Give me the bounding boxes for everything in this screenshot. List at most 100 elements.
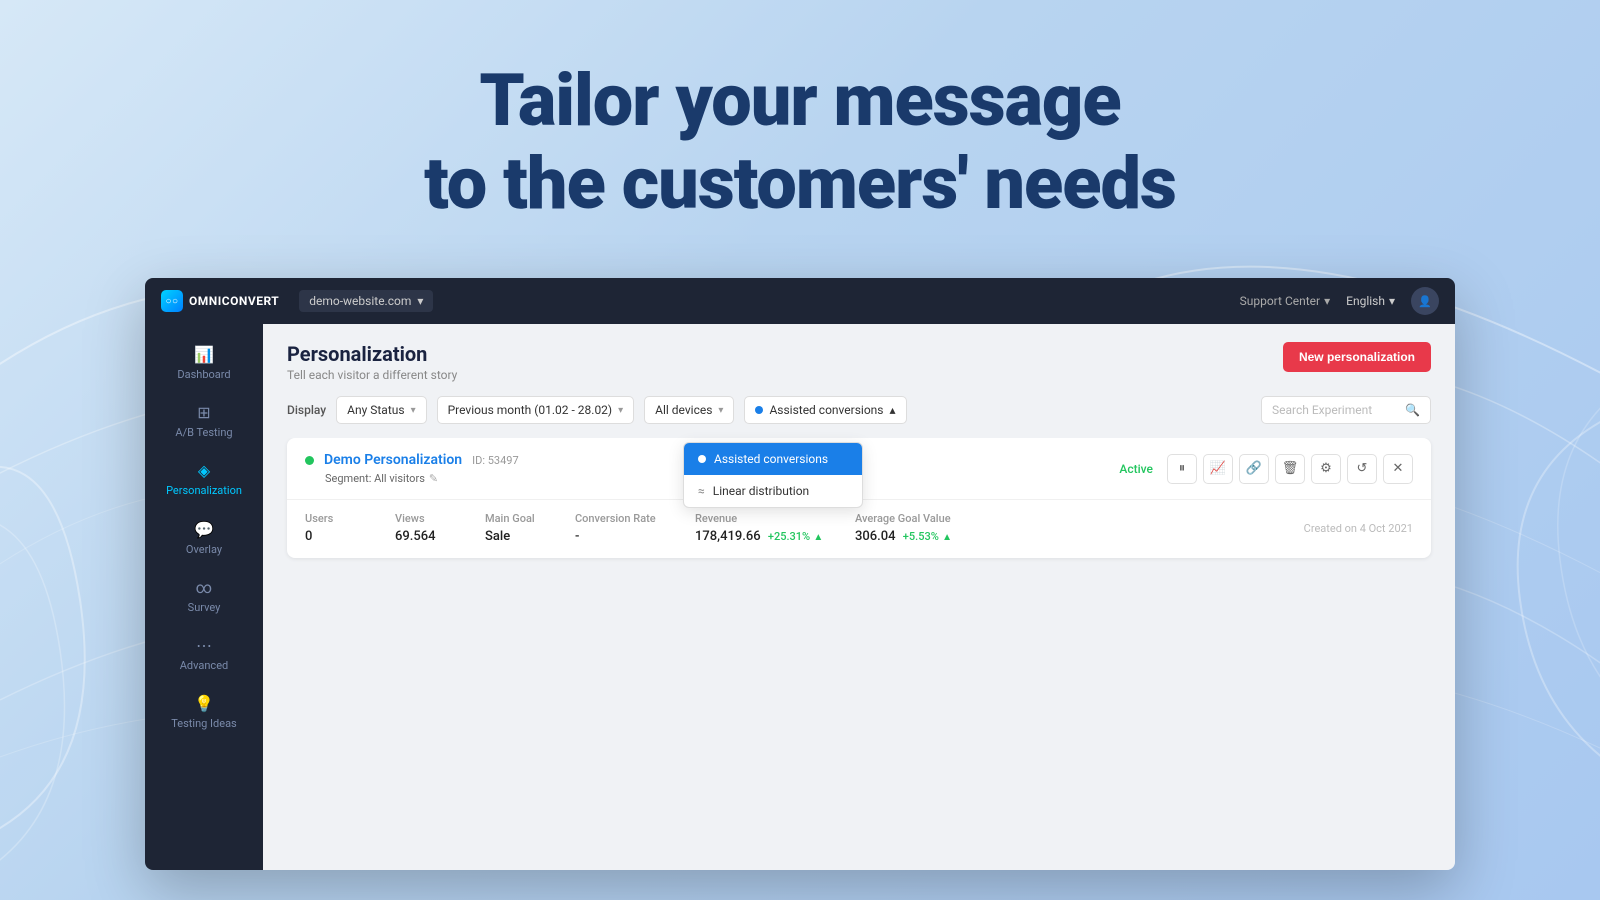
sidebar-label-overlay: Overlay (186, 543, 222, 556)
lang-label: English (1346, 294, 1385, 308)
page-title-area: Personalization Tell each visitor a diff… (287, 342, 457, 382)
personalization-icon: ◈ (198, 461, 210, 480)
sidebar: 📊 Dashboard ⊞ A/B Testing ◈ Personalizat… (145, 324, 263, 870)
devices-filter[interactable]: All devices ▾ (644, 396, 734, 424)
search-experiment[interactable]: Search Experiment 🔍 (1261, 396, 1431, 424)
domain-selector[interactable]: demo-website.com ▾ (299, 290, 433, 312)
experiment-status-dot (305, 456, 314, 465)
users-stat: Users 0 (305, 512, 395, 544)
revenue-arrow: ▲ (813, 532, 823, 543)
devices-chevron: ▾ (718, 405, 723, 416)
status-value: Any Status (347, 403, 404, 417)
experiment-name-area: Demo Personalization ID: 53497 Segment: … (305, 452, 519, 485)
sidebar-item-survey[interactable]: ∞ Survey (151, 568, 257, 624)
status-badge: Active (1119, 462, 1153, 476)
main-content: Personalization Tell each visitor a diff… (263, 324, 1455, 870)
settings-button[interactable]: ⚙ (1311, 454, 1341, 484)
new-personalization-button[interactable]: New personalization (1283, 342, 1431, 372)
segment-edit-icon[interactable]: ✎ (429, 472, 438, 485)
sidebar-item-advanced[interactable]: ⋯ Advanced (151, 626, 257, 682)
status-chevron: ▾ (411, 405, 416, 416)
close-button[interactable]: ✕ (1383, 454, 1413, 484)
page-header: Personalization Tell each visitor a diff… (263, 324, 1455, 396)
ab-testing-icon: ⊞ (197, 403, 210, 422)
conversion-rate-label: Conversion Rate (575, 512, 695, 525)
sidebar-label-testing-ideas: Testing Ideas (171, 717, 236, 730)
sidebar-item-ab-testing[interactable]: ⊞ A/B Testing (151, 393, 257, 449)
refresh-button[interactable]: ↺ (1347, 454, 1377, 484)
overlay-icon: 💬 (194, 520, 214, 539)
experiment-actions: Active ⏸ 📈 🔗 🗑 (1119, 454, 1413, 484)
support-chevron: ▾ (1324, 294, 1330, 308)
search-icon: 🔍 (1405, 403, 1420, 417)
experiment-id: ID: 53497 (472, 454, 519, 467)
dropdown-item-assisted[interactable]: Assisted conversions (684, 443, 862, 475)
app-window: ○○ OMNICONVERT demo-website.com ▾ Suppor… (145, 278, 1455, 870)
brand: ○○ OMNICONVERT (161, 290, 279, 312)
sidebar-item-overlay[interactable]: 💬 Overlay (151, 510, 257, 566)
pause-button[interactable]: ⏸ (1167, 454, 1197, 484)
sidebar-item-testing-ideas[interactable]: 💡 Testing Ideas (151, 684, 257, 740)
close-icon: ✕ (1393, 461, 1404, 476)
views-label: Views (395, 512, 485, 525)
filter-bar: Display Any Status ▾ Previous month (01.… (263, 396, 1455, 438)
avg-goal-stat: Average Goal Value 306.04 +5.53% ▲ (855, 512, 1035, 544)
created-on: Created on 4 Oct 2021 (1304, 522, 1413, 535)
conversion-value: Assisted conversions (769, 403, 883, 417)
sidebar-label-survey: Survey (188, 601, 221, 614)
conversion-dropdown: Assisted conversions ≈ Linear distributi… (683, 442, 863, 508)
avg-goal-change: +5.53% (903, 530, 939, 543)
app-body: 📊 Dashboard ⊞ A/B Testing ◈ Personalizat… (145, 324, 1455, 870)
chart-icon: 📈 (1210, 461, 1226, 476)
experiment-name-row: Demo Personalization ID: 53497 (305, 452, 519, 468)
link-button[interactable]: 🔗 (1239, 454, 1269, 484)
dropdown-item-linear[interactable]: ≈ Linear distribution (684, 475, 862, 507)
assisted-dot (698, 455, 706, 463)
language-selector[interactable]: English ▾ (1346, 294, 1395, 308)
date-range-filter[interactable]: Previous month (01.02 - 28.02) ▾ (437, 396, 635, 424)
avg-goal-label: Average Goal Value (855, 512, 1035, 525)
sidebar-item-personalization[interactable]: ◈ Personalization (151, 451, 257, 507)
revenue-label: Revenue (695, 512, 855, 525)
navbar-right: Support Center ▾ English ▾ 👤 (1240, 287, 1439, 315)
delete-icon: 🗑 (1282, 461, 1299, 476)
users-label: Users (305, 512, 395, 525)
page-subtitle: Tell each visitor a different story (287, 368, 457, 382)
main-goal-label: Main Goal (485, 512, 575, 525)
avg-goal-value: 306.04 +5.53% ▲ (855, 529, 1035, 544)
user-avatar[interactable]: 👤 (1411, 287, 1439, 315)
chart-button[interactable]: 📈 (1203, 454, 1233, 484)
dashboard-icon: 📊 (194, 345, 214, 364)
display-label: Display (287, 403, 326, 417)
sidebar-label-dashboard: Dashboard (177, 368, 230, 381)
sidebar-label-ab-testing: A/B Testing (175, 426, 232, 439)
link-icon: 🔗 (1246, 461, 1262, 476)
users-value: 0 (305, 529, 395, 544)
brand-name: OMNICONVERT (189, 294, 279, 308)
testing-ideas-icon: 💡 (194, 694, 214, 713)
conversion-filter[interactable]: Assisted conversions ▴ (744, 396, 906, 424)
domain-chevron: ▾ (417, 294, 423, 308)
support-label: Support Center (1240, 294, 1320, 308)
revenue-change: +25.31% (768, 530, 810, 543)
user-icon: 👤 (1418, 295, 1432, 308)
conversion-chevron: ▴ (890, 403, 896, 417)
brand-icon: ○○ (161, 290, 183, 312)
dropdown-label-linear: Linear distribution (713, 484, 809, 498)
conversion-rate-value: - (575, 529, 695, 544)
status-filter[interactable]: Any Status ▾ (336, 396, 426, 424)
hero-section: Tailor your message to the customers' ne… (0, 60, 1600, 226)
advanced-icon: ⋯ (196, 636, 212, 655)
hero-line1: Tailor your message (479, 58, 1120, 143)
sidebar-item-dashboard[interactable]: 📊 Dashboard (151, 335, 257, 391)
segment-text: Segment: All visitors (325, 472, 425, 485)
settings-icon: ⚙ (1320, 461, 1332, 476)
devices-value: All devices (655, 403, 712, 417)
experiment-name[interactable]: Demo Personalization (324, 452, 462, 468)
date-range-value: Previous month (01.02 - 28.02) (448, 403, 613, 417)
delete-button[interactable]: 🗑 (1275, 454, 1305, 484)
support-center[interactable]: Support Center ▾ (1240, 294, 1331, 308)
views-value: 69.564 (395, 529, 485, 544)
conversion-stat: Conversion Rate - (575, 512, 695, 544)
refresh-icon: ↺ (1357, 461, 1368, 476)
